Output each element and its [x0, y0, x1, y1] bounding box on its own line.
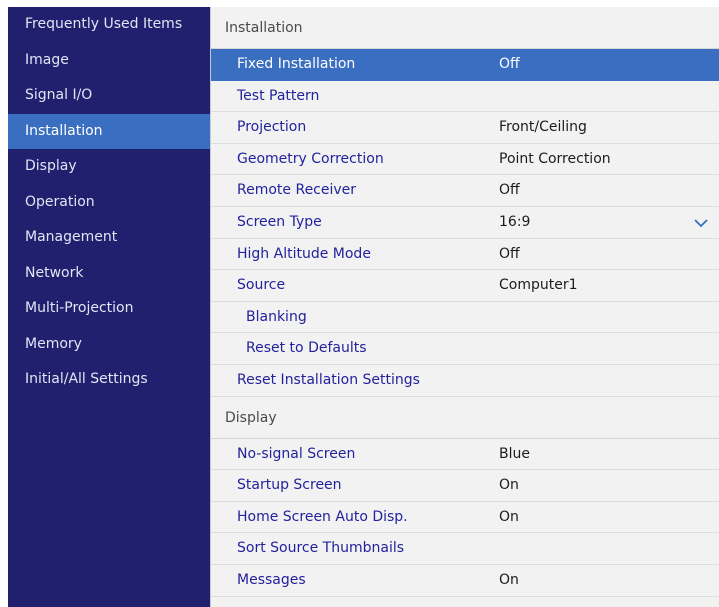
- section-title-installation: Installation: [211, 7, 719, 49]
- projector-menu: Frequently Used Items Image Signal I/O I…: [8, 7, 719, 607]
- row-label: High Altitude Mode: [237, 245, 371, 262]
- menu-row-high-altitude-mode[interactable]: High Altitude Mode Off: [211, 239, 719, 271]
- row-label: Reset to Defaults: [246, 340, 367, 357]
- row-value: Front/Ceiling: [499, 119, 587, 136]
- sidebar-item-frequently-used-items[interactable]: Frequently Used Items: [8, 7, 210, 43]
- row-value: Off: [499, 182, 520, 199]
- row-label: Projection: [237, 119, 307, 136]
- menu-row-screen-type[interactable]: Screen Type 16:9: [211, 207, 719, 239]
- menu-row-no-signal-screen[interactable]: No-signal Screen Blue: [211, 439, 719, 471]
- menu-row-geometry-correction[interactable]: Geometry Correction Point Correction: [211, 144, 719, 176]
- menu-row-reset-installation-settings[interactable]: Reset Installation Settings: [211, 365, 719, 397]
- row-value: Computer1: [499, 277, 578, 294]
- menu-row-projection[interactable]: Projection Front/Ceiling: [211, 112, 719, 144]
- sidebar-item-image[interactable]: Image: [8, 43, 210, 79]
- row-label: Home Screen Auto Disp.: [237, 508, 408, 525]
- sidebar-item-multi-projection[interactable]: Multi-Projection: [8, 291, 210, 327]
- chevron-down-icon[interactable]: [693, 215, 709, 231]
- menu-row-startup-screen[interactable]: Startup Screen On: [211, 470, 719, 502]
- row-label: No-signal Screen: [237, 445, 356, 462]
- row-value: On: [499, 477, 519, 494]
- menu-row-remote-receiver[interactable]: Remote Receiver Off: [211, 175, 719, 207]
- settings-panel: Installation Fixed Installation Off Test…: [210, 7, 719, 607]
- sidebar-item-signal-io[interactable]: Signal I/O: [8, 78, 210, 114]
- menu-row-fixed-installation[interactable]: Fixed Installation Off: [211, 49, 719, 81]
- menu-row-reset-to-defaults[interactable]: Reset to Defaults: [211, 333, 719, 365]
- row-value: On: [499, 508, 519, 525]
- menu-row-test-pattern[interactable]: Test Pattern: [211, 81, 719, 113]
- menu-row-source[interactable]: Source Computer1: [211, 270, 719, 302]
- row-value: 16:9: [499, 213, 531, 230]
- menu-row-messages[interactable]: Messages On: [211, 565, 719, 597]
- sidebar-item-operation[interactable]: Operation: [8, 185, 210, 221]
- row-label: Reset Installation Settings: [237, 371, 420, 388]
- row-label: Geometry Correction: [237, 150, 384, 167]
- sidebar-item-network[interactable]: Network: [8, 256, 210, 292]
- sidebar-item-memory[interactable]: Memory: [8, 327, 210, 363]
- row-label: Remote Receiver: [237, 182, 357, 199]
- section-title-display: Display: [211, 397, 719, 439]
- sidebar-item-initial-all-settings[interactable]: Initial/All Settings: [8, 362, 210, 398]
- menu-row-sort-source-thumbnails[interactable]: Sort Source Thumbnails: [211, 533, 719, 565]
- row-label: Sort Source Thumbnails: [237, 540, 405, 557]
- row-value: Off: [499, 56, 520, 72]
- sidebar: Frequently Used Items Image Signal I/O I…: [8, 7, 210, 607]
- sidebar-item-management[interactable]: Management: [8, 220, 210, 256]
- row-label: Test Pattern: [237, 87, 320, 104]
- menu-row-blanking[interactable]: Blanking: [211, 302, 719, 334]
- row-label: Blanking: [246, 308, 307, 325]
- row-label: Messages: [237, 571, 306, 588]
- sidebar-item-installation[interactable]: Installation: [8, 113, 210, 149]
- row-value: On: [499, 571, 519, 588]
- menu-row-home-screen-auto-disp[interactable]: Home Screen Auto Disp. On: [211, 502, 719, 534]
- row-label: Startup Screen: [237, 477, 342, 494]
- sidebar-item-display[interactable]: Display: [8, 149, 210, 185]
- row-value: Point Correction: [499, 150, 611, 167]
- row-label: Screen Type: [237, 213, 322, 230]
- row-value: Off: [499, 245, 520, 262]
- row-label: Fixed Installation: [237, 56, 356, 72]
- row-label: Source: [237, 277, 286, 294]
- row-value: Blue: [499, 445, 530, 462]
